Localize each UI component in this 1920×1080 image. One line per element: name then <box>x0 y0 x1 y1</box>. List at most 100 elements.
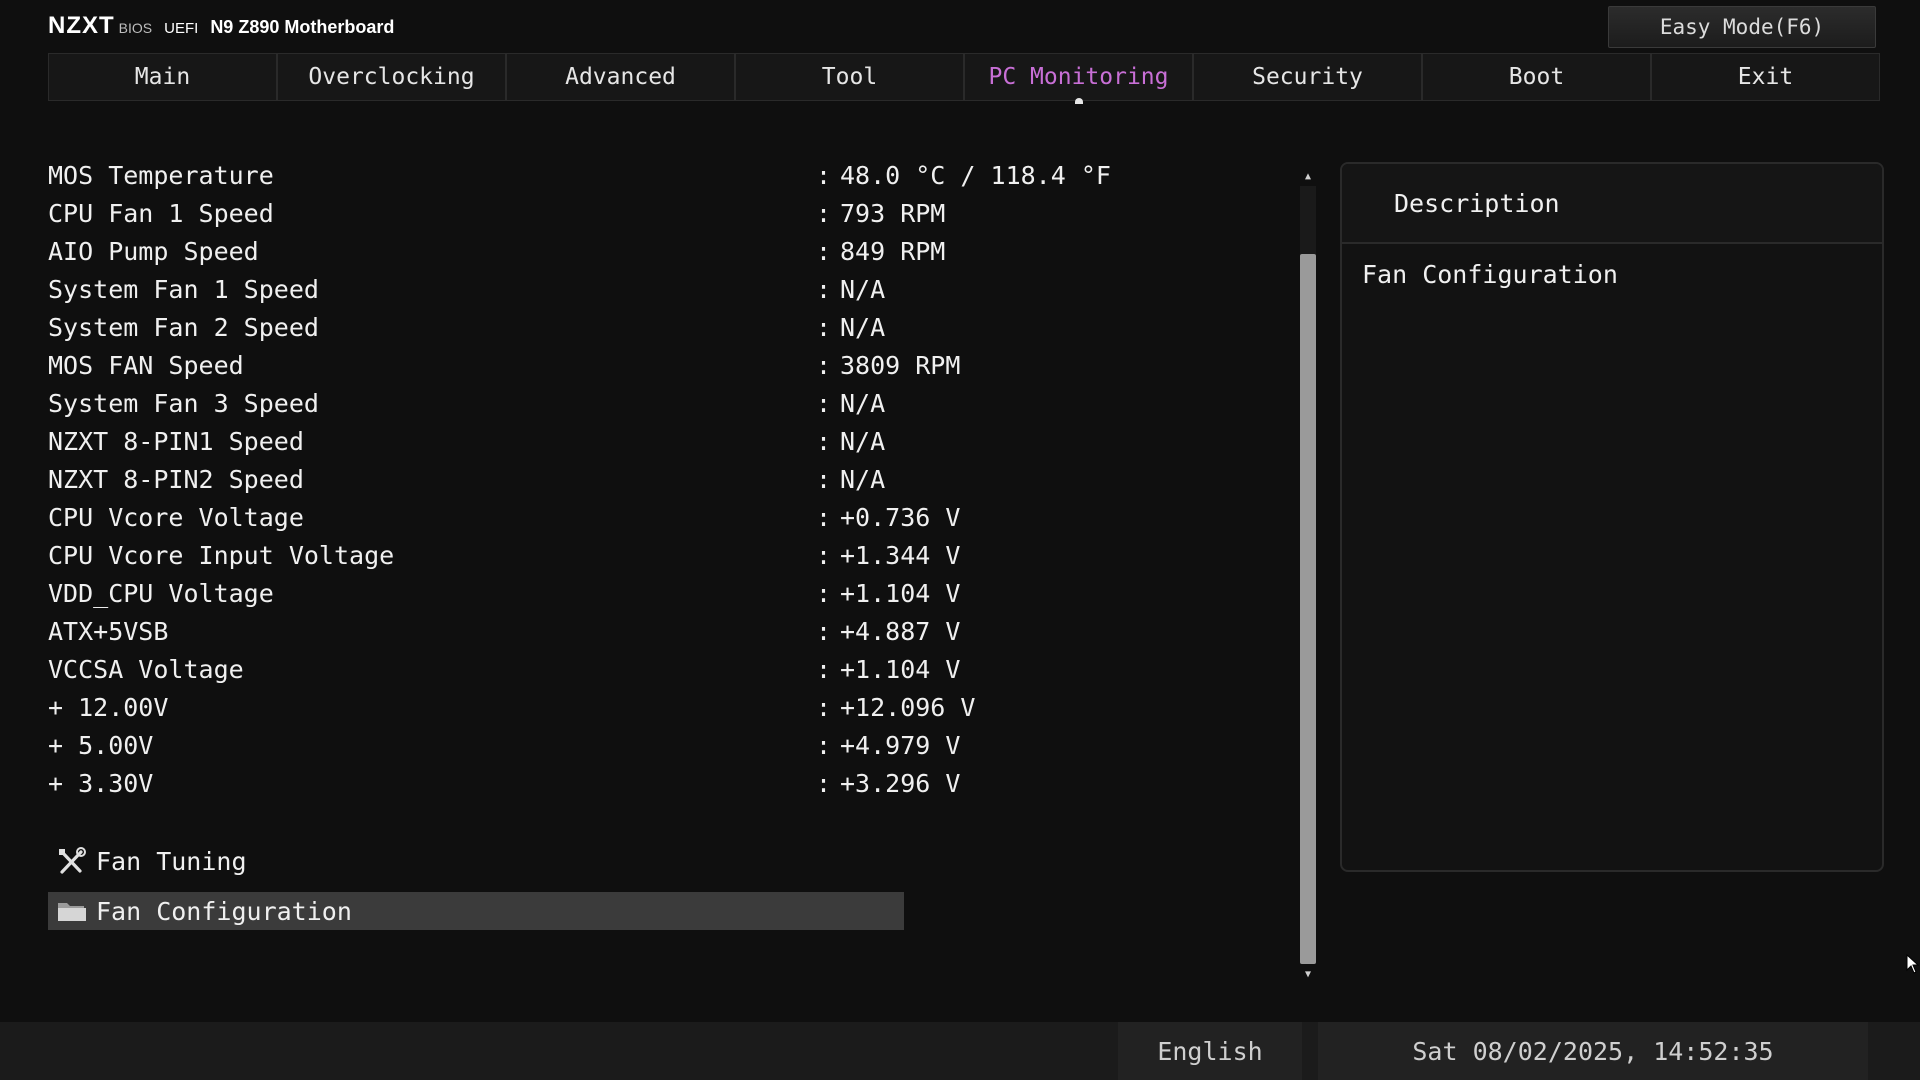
monitor-label: ATX+5VSB <box>48 616 169 646</box>
separator: : <box>816 540 832 570</box>
monitor-label: VCCSA Voltage <box>48 654 244 684</box>
monitor-label: NZXT 8-PIN1 Speed <box>48 426 304 456</box>
monitor-label: VDD_CPU Voltage <box>48 578 274 608</box>
monitor-value: +1.104 V <box>840 654 961 684</box>
status-bar: English Sat 08/02/2025, 14:52:35 <box>0 1022 1920 1080</box>
monitor-row: + 3.30V: +3.296 V <box>48 764 1288 802</box>
scrollbar[interactable]: ▲ ▼ <box>1298 166 1318 984</box>
monitor-label: + 12.00V <box>48 692 169 722</box>
separator: : <box>816 388 832 418</box>
uefi-label: UEFI <box>164 20 199 37</box>
monitor-value: +4.887 V <box>840 616 961 646</box>
separator: : <box>816 350 832 380</box>
separator: : <box>816 236 832 266</box>
motherboard-model: N9 Z890 Motherboard <box>210 17 395 37</box>
monitor-value: N/A <box>840 464 886 494</box>
datetime-display: Sat 08/02/2025, 14:52:35 <box>1318 1022 1868 1080</box>
monitor-label: MOS Temperature <box>48 160 274 190</box>
main-tabs: Main Overclocking Advanced Tool PC Monit… <box>48 53 1880 104</box>
scroll-down-arrow-icon[interactable]: ▼ <box>1298 964 1318 984</box>
fan-tuning-label: Fan Tuning <box>96 846 247 876</box>
separator: : <box>816 160 832 190</box>
monitor-label: AIO Pump Speed <box>48 236 259 266</box>
monitor-value: N/A <box>840 274 886 304</box>
bios-label: BIOS <box>118 20 153 36</box>
separator: : <box>816 502 832 532</box>
monitor-value: N/A <box>840 426 886 456</box>
tab-exit[interactable]: Exit <box>1651 53 1880 101</box>
separator: : <box>816 274 832 304</box>
scroll-thumb[interactable] <box>1300 254 1316 964</box>
monitor-label: + 5.00V <box>48 730 154 760</box>
monitor-row: System Fan 3 Speed: N/A <box>48 384 1288 422</box>
monitor-label: System Fan 2 Speed <box>48 312 319 342</box>
monitor-value: N/A <box>840 312 886 342</box>
description-text: Fan Configuration <box>1362 260 1618 289</box>
monitor-row: VDD_CPU Voltage: +1.104 V <box>48 574 1288 612</box>
easy-mode-button[interactable]: Easy Mode(F6) <box>1608 6 1876 48</box>
tools-icon <box>54 845 90 877</box>
monitor-row: System Fan 1 Speed: N/A <box>48 270 1288 308</box>
monitor-label: MOS FAN Speed <box>48 350 244 380</box>
monitor-value: +4.979 V <box>840 730 961 760</box>
separator: : <box>816 198 832 228</box>
separator: : <box>816 730 832 760</box>
description-panel: Description Fan Configuration <box>1340 162 1884 872</box>
separator: : <box>816 654 832 684</box>
monitor-row: CPU Vcore Input Voltage: +1.344 V <box>48 536 1288 574</box>
fan-tuning-item[interactable]: Fan Tuning <box>48 842 904 880</box>
tab-main[interactable]: Main <box>48 53 277 101</box>
scroll-up-arrow-icon[interactable]: ▲ <box>1298 166 1318 186</box>
monitor-row: ATX+5VSB: +4.887 V <box>48 612 1288 650</box>
monitor-row: + 12.00V: +12.096 V <box>48 688 1288 726</box>
monitor-value: +3.296 V <box>840 768 961 798</box>
separator: : <box>816 768 832 798</box>
monitor-row: MOS Temperature:48.0 °C / 118.4 °F <box>48 156 1288 194</box>
monitor-value: 48.0 °C / 118.4 °F <box>840 160 1111 190</box>
monitor-label: + 3.30V <box>48 768 154 798</box>
mouse-pointer-icon <box>1906 954 1920 974</box>
monitor-row: AIO Pump Speed:849 RPM <box>48 232 1288 270</box>
folder-icon <box>54 895 90 927</box>
monitor-row: System Fan 2 Speed: N/A <box>48 308 1288 346</box>
fan-configuration-label: Fan Configuration <box>96 896 352 926</box>
monitor-value: +12.096 V <box>840 692 976 722</box>
separator: : <box>816 464 832 494</box>
fan-configuration-item[interactable]: Fan Configuration <box>48 892 904 930</box>
monitor-label: System Fan 1 Speed <box>48 274 319 304</box>
monitor-value: +1.344 V <box>840 540 961 570</box>
tab-overclocking[interactable]: Overclocking <box>277 53 506 101</box>
monitor-label: CPU Vcore Voltage <box>48 502 304 532</box>
monitor-row: NZXT 8-PIN2 Speed: N/A <box>48 460 1288 498</box>
monitor-row: CPU Vcore Voltage: +0.736 V <box>48 498 1288 536</box>
tab-pc-monitoring[interactable]: PC Monitoring <box>964 53 1193 104</box>
monitor-row: NZXT 8-PIN1 Speed: N/A <box>48 422 1288 460</box>
nzxt-logo: NZXT <box>48 12 115 39</box>
language-selector[interactable]: English <box>1118 1022 1302 1080</box>
monitor-label: NZXT 8-PIN2 Speed <box>48 464 304 494</box>
separator: : <box>816 426 832 456</box>
monitor-value: +0.736 V <box>840 502 961 532</box>
description-title: Description <box>1342 164 1882 244</box>
monitor-row: + 5.00V: +4.979 V <box>48 726 1288 764</box>
monitor-value: 3809 RPM <box>840 350 961 380</box>
monitoring-list: MOS Temperature:48.0 °C / 118.4 °F CPU F… <box>48 156 1288 802</box>
separator: : <box>816 312 832 342</box>
monitor-value: +1.104 V <box>840 578 961 608</box>
monitor-value: N/A <box>840 388 886 418</box>
tab-advanced[interactable]: Advanced <box>506 53 735 101</box>
monitor-row: MOS FAN Speed:3809 RPM <box>48 346 1288 384</box>
separator: : <box>816 616 832 646</box>
monitor-label: System Fan 3 Speed <box>48 388 319 418</box>
separator: : <box>816 578 832 608</box>
monitor-label: CPU Vcore Input Voltage <box>48 540 395 570</box>
tab-boot[interactable]: Boot <box>1422 53 1651 101</box>
tab-tool[interactable]: Tool <box>735 53 964 101</box>
monitor-row: CPU Fan 1 Speed:793 RPM <box>48 194 1288 232</box>
monitor-value: 793 RPM <box>840 198 946 228</box>
monitor-row: VCCSA Voltage: +1.104 V <box>48 650 1288 688</box>
tab-security[interactable]: Security <box>1193 53 1422 101</box>
bios-brand: NZXT BIOS UEFI N9 Z890 Motherboard <box>48 12 394 40</box>
monitor-label: CPU Fan 1 Speed <box>48 198 274 228</box>
monitor-value: 849 RPM <box>840 236 946 266</box>
